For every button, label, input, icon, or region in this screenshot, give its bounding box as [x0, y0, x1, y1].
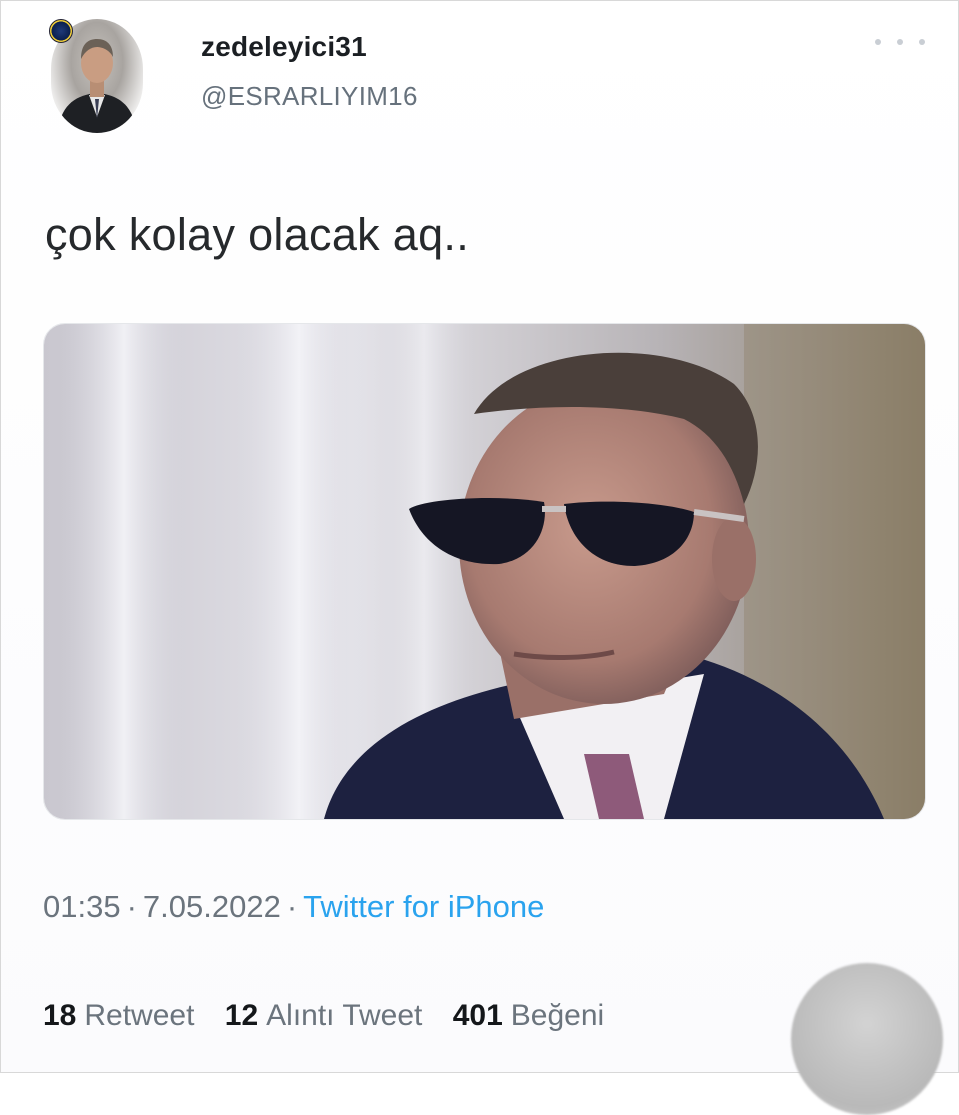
tweet-timestamp[interactable]: 01:35 · 7.05.2022 · Twitter for iPhone — [43, 889, 544, 925]
user-handle[interactable]: @ESRARLIYIM16 — [201, 81, 418, 112]
quote-tweet-count[interactable]: 12 Alıntı Tweet — [225, 999, 423, 1033]
quote-tweet-number: 12 — [224, 999, 259, 1032]
retweet-number: 18 — [43, 999, 77, 1032]
more-dot — [897, 39, 903, 45]
like-label: Beğeni — [510, 999, 605, 1032]
tweet-source-link[interactable]: Twitter for iPhone — [303, 889, 544, 924]
retweet-count[interactable]: 18 Retweet — [43, 999, 194, 1033]
more-dot — [875, 39, 881, 45]
more-dot — [919, 39, 925, 45]
tweet-date: 7.05.2022 — [142, 889, 281, 924]
club-badge-icon — [49, 19, 73, 43]
blurred-overlay-circle — [791, 963, 943, 1115]
display-name[interactable]: zedeleyici31 — [201, 31, 367, 63]
more-horizontal-icon[interactable] — [875, 31, 925, 53]
separator-dot: · — [126, 889, 137, 924]
like-count[interactable]: 401 Beğeni — [453, 999, 604, 1033]
retweet-label: Retweet — [84, 999, 195, 1032]
tweet-card: zedeleyici31 @ESRARLIYIM16 çok kolay ola… — [0, 0, 959, 1115]
tweet-stats: 18 Retweet 12 Alıntı Tweet 401 Beğeni — [43, 999, 626, 1033]
tweet-text: çok kolay olacak aq.. — [45, 209, 470, 260]
separator-dot: · — [286, 889, 298, 924]
tweet-time: 01:35 — [43, 889, 121, 924]
media-photo — [44, 324, 925, 819]
tweet-media-image[interactable] — [43, 323, 926, 820]
quote-tweet-label: Alıntı Tweet — [266, 999, 423, 1032]
like-number: 401 — [452, 999, 503, 1032]
